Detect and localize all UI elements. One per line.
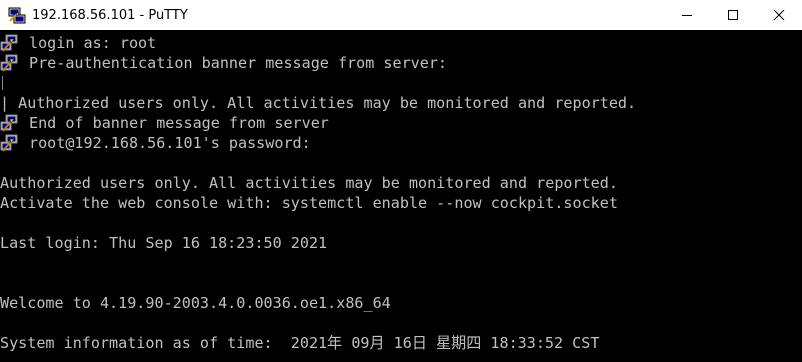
putty-event-icon (0, 134, 18, 152)
terminal-line-text: | Authorized users only. All activities … (0, 94, 637, 112)
terminal-line-text: Activate the web console with: systemctl… (0, 194, 618, 212)
putty-app-icon[interactable] (8, 6, 26, 24)
putty-event-icon (0, 34, 18, 52)
terminal-line-text: Last login: Thu Sep 16 18:23:50 2021 (0, 234, 328, 252)
terminal-line-text: Welcome to 4.19.90-2003.4.0.0036.oe1.x86… (0, 294, 391, 312)
terminal-line-text: End of banner message from server (29, 114, 329, 132)
close-icon (773, 9, 785, 21)
window-title: 192.168.56.101 - PuTTY (32, 7, 188, 23)
title-bar[interactable]: 192.168.56.101 - PuTTY (0, 0, 802, 30)
minimize-icon (682, 15, 692, 16)
terminal-line-text: Authorized users only. All activities ma… (0, 174, 618, 192)
maximize-icon (728, 10, 738, 20)
putty-event-icon (0, 54, 18, 72)
terminal-line-text: Pre-authentication banner message from s… (29, 54, 448, 72)
terminal-line-text: System information as of time: 2021年 09月… (0, 334, 600, 352)
terminal-area[interactable]: login as: root Pre-authentication banner … (0, 33, 802, 362)
banner-bar-icon (2, 76, 3, 90)
putty-window: 192.168.56.101 - PuTTY login as: root Pre… (0, 0, 802, 362)
terminal-line-text: login as: root (29, 34, 157, 52)
close-button[interactable] (756, 0, 802, 30)
window-controls (664, 0, 802, 30)
terminal-line-text: root@192.168.56.101's password: (29, 134, 311, 152)
minimize-button[interactable] (664, 0, 710, 30)
maximize-button[interactable] (710, 0, 756, 30)
putty-event-icon (0, 114, 18, 132)
